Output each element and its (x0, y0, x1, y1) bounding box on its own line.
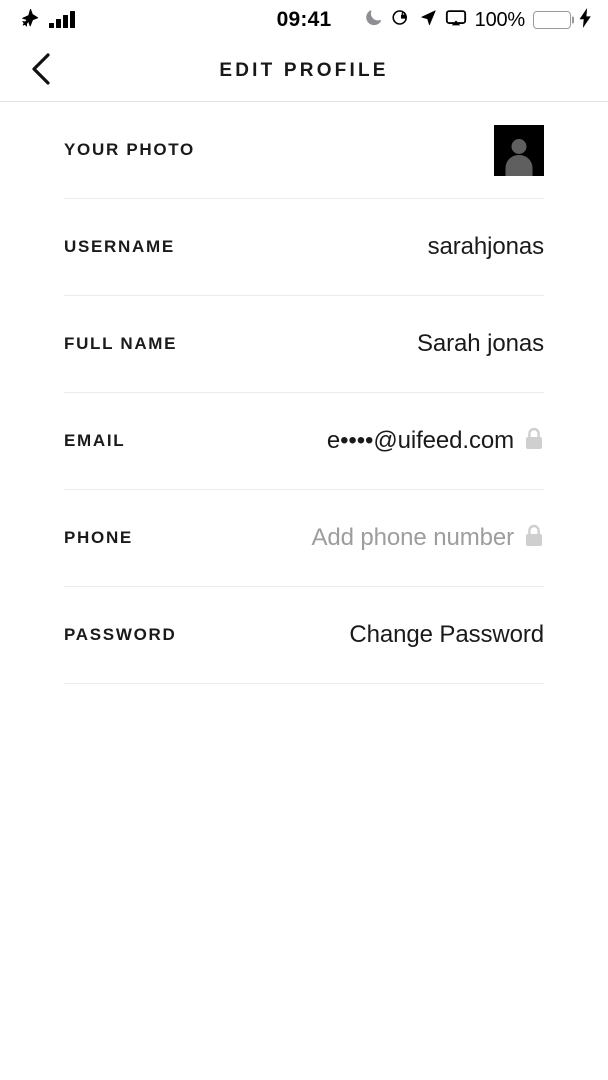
row-value-username: sarahjonas (428, 233, 545, 261)
signal-bars-icon (49, 11, 75, 28)
chevron-left-icon (28, 51, 54, 90)
lock-icon (524, 427, 544, 456)
status-bar-left (18, 7, 75, 34)
username-value[interactable]: sarahjonas (428, 233, 545, 261)
edit-profile-screen: 09:41 100% EDIT PROFILE YOUR PHOTO USERN… (0, 0, 608, 1080)
form-row-password[interactable]: PASSWORD Change Password (64, 587, 544, 684)
row-label-password: PASSWORD (64, 625, 177, 644)
nav-header: EDIT PROFILE (0, 40, 608, 102)
row-label-email: EMAIL (64, 431, 126, 450)
status-bar: 09:41 100% (0, 0, 608, 40)
airplay-icon (445, 7, 467, 34)
avatar[interactable] (494, 124, 544, 176)
row-label-your-photo: YOUR PHOTO (64, 140, 195, 159)
person-placeholder-icon (502, 137, 536, 176)
row-value-password: Change Password (349, 621, 544, 649)
lock-icon (524, 524, 544, 553)
form-row-username[interactable]: USERNAME sarahjonas (64, 199, 544, 296)
back-button[interactable] (28, 49, 72, 93)
row-value-email: e••••@uifeed.com (327, 427, 544, 456)
rotation-lock-icon (391, 8, 410, 32)
row-label-username: USERNAME (64, 237, 175, 256)
row-value-phone: Add phone number (311, 524, 544, 553)
location-arrow-icon (418, 8, 437, 32)
row-label-full-name: FULL NAME (64, 334, 178, 353)
form-row-full-name[interactable]: FULL NAME Sarah jonas (64, 296, 544, 393)
full-name-value[interactable]: Sarah jonas (417, 330, 544, 358)
email-value[interactable]: e••••@uifeed.com (327, 427, 514, 455)
change-password-link[interactable]: Change Password (349, 621, 544, 649)
phone-value[interactable]: Add phone number (311, 524, 514, 552)
moon-icon (364, 8, 383, 32)
form-row-your-photo[interactable]: YOUR PHOTO (64, 102, 544, 199)
form-row-email[interactable]: EMAIL e••••@uifeed.com (64, 393, 544, 490)
battery-percentage: 100% (474, 8, 526, 31)
status-bar-clock: 09:41 (276, 8, 332, 31)
row-label-phone: PHONE (64, 528, 133, 547)
form-row-phone[interactable]: PHONE Add phone number (64, 490, 544, 587)
airplane-icon (18, 7, 40, 34)
lightning-bolt-icon (579, 7, 592, 33)
status-bar-right: 100% (364, 7, 592, 34)
profile-form-list: YOUR PHOTO USERNAME sarahjonas FULL NAME (0, 102, 608, 684)
row-value-full-name: Sarah jonas (417, 330, 544, 358)
page-title: EDIT PROFILE (219, 59, 389, 81)
battery-icon (533, 11, 574, 29)
row-value-your-photo (494, 124, 544, 176)
